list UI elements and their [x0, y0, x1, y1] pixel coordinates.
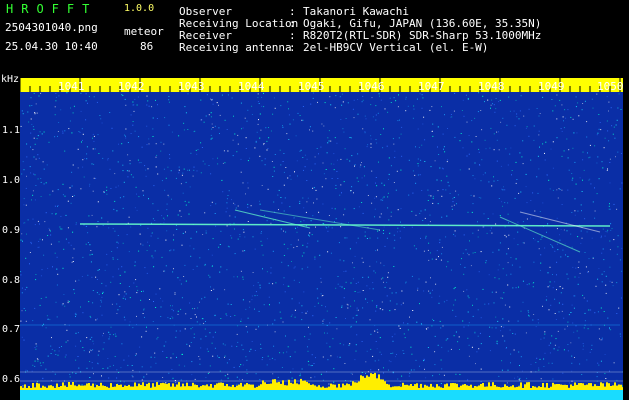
meteor-echoes: [20, 209, 623, 382]
spectrum-bars: [20, 372, 623, 390]
file-name: 2504301040.png: [5, 21, 98, 34]
info-value: 2el-HB9CV Vertical (el. E-W): [303, 41, 489, 54]
right-margin: [623, 92, 629, 400]
meteor-count: 86: [140, 40, 154, 53]
info-row-location: Receiving Location: Ogaki, Gifu, JAPAN (1…: [179, 17, 541, 30]
waterfall-overlay: [20, 92, 623, 390]
info-row-receiver: Receiver: R820T2(RTL-SDR) SDR-Sharp 53.10…: [179, 29, 541, 42]
app-version: 1.0.0: [124, 3, 155, 14]
freq-tick-label: 0.9: [2, 225, 21, 236]
freq-tick-label: 0.7: [2, 324, 21, 335]
info-colon: :: [289, 41, 296, 54]
info-key: Receiving antenna: [179, 41, 292, 54]
mode-label: meteor: [124, 25, 164, 38]
info-row-observer: Observer: Takanori Kawachi: [179, 5, 409, 18]
app-logo: HROFFT: [6, 2, 98, 16]
freq-tick-label: 1.1: [2, 125, 21, 136]
date-time: 25.04.30 10:40: [5, 40, 98, 53]
axis-unit-label: kHz: [1, 74, 20, 85]
info-row-antenna: Receiving antenna: 2el-HB9CV Vertical (el…: [179, 41, 489, 54]
bottom-strip: [20, 390, 623, 400]
noise-speckles: [20, 92, 623, 390]
freq-tick-label: 1.0: [2, 175, 21, 186]
freq-tick-label: 0.8: [2, 275, 21, 286]
freq-tick-label: 0.6: [2, 374, 21, 385]
